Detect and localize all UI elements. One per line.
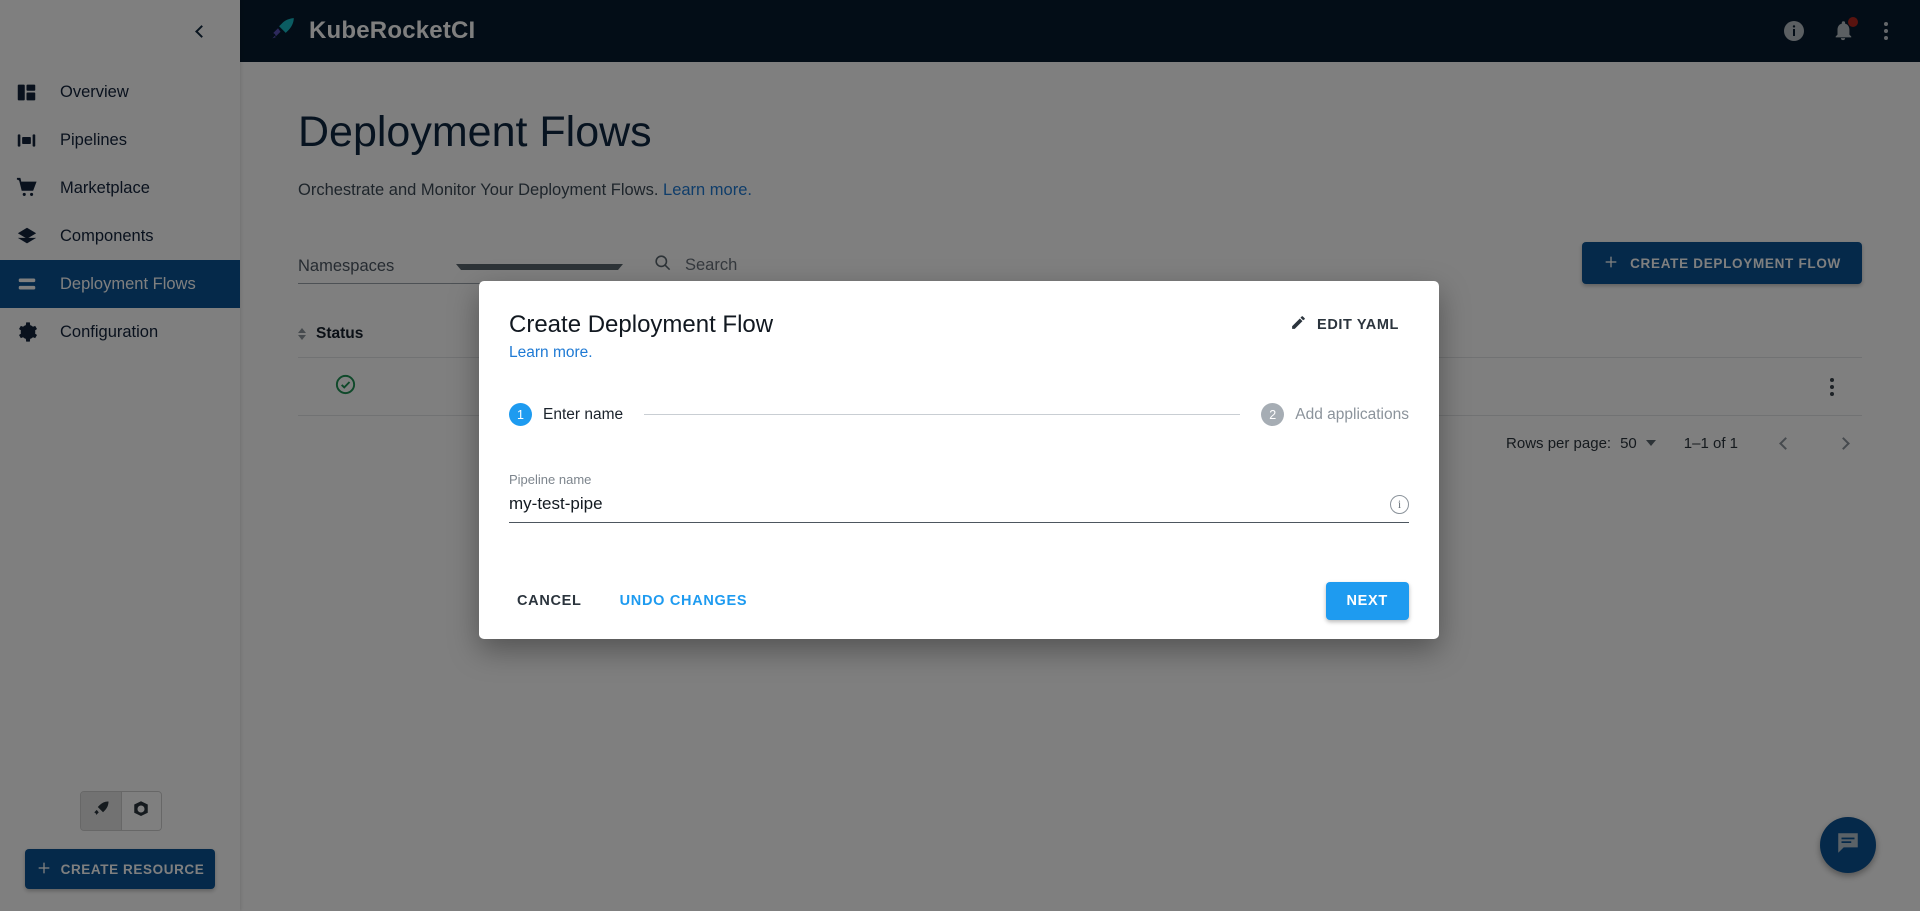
dialog-stepper: 1 Enter name 2 Add applications <box>509 403 1409 426</box>
edit-yaml-label: EDIT YAML <box>1317 316 1399 333</box>
app-root: Overview Pipelines Marketplace Component… <box>0 0 1920 911</box>
step-label: Enter name <box>543 405 624 423</box>
dialog-learn-more-link[interactable]: Learn more. <box>509 344 593 361</box>
step-number: 1 <box>509 403 532 426</box>
stepper-connector <box>644 414 1241 415</box>
step-label: Add applications <box>1295 405 1409 423</box>
pencil-icon <box>1290 314 1307 335</box>
undo-changes-button[interactable]: UNDO CHANGES <box>612 584 756 618</box>
stepper-step-add-applications[interactable]: 2 Add applications <box>1261 403 1409 426</box>
next-button[interactable]: NEXT <box>1325 582 1409 620</box>
dialog-header: Create Deployment Flow EDIT YAML <box>509 305 1409 344</box>
pipeline-name-input-row: i <box>509 494 1409 523</box>
pipeline-name-input[interactable] <box>509 494 1390 514</box>
create-deployment-flow-dialog: Create Deployment Flow EDIT YAML Learn m… <box>479 281 1439 639</box>
cancel-button[interactable]: CANCEL <box>509 584 590 618</box>
step-number: 2 <box>1261 403 1285 426</box>
pipeline-name-field: Pipeline name i <box>509 472 1409 523</box>
pipeline-name-label: Pipeline name <box>509 472 592 487</box>
dialog-footer: CANCEL UNDO CHANGES NEXT <box>509 563 1409 639</box>
dialog-title: Create Deployment Flow <box>509 311 774 338</box>
edit-yaml-button[interactable]: EDIT YAML <box>1280 305 1409 344</box>
stepper-step-enter-name[interactable]: 1 Enter name <box>509 403 623 426</box>
info-icon[interactable]: i <box>1390 494 1409 514</box>
